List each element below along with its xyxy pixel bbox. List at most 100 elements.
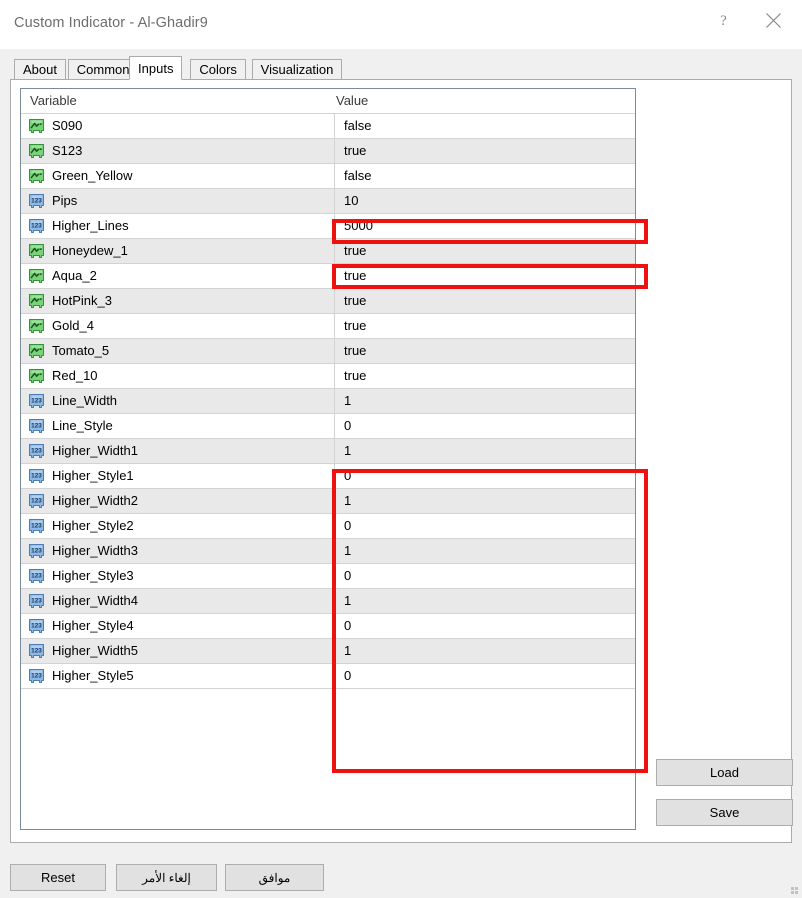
int-type-icon: 123 — [28, 543, 45, 559]
window-title: Custom Indicator - Al-Ghadir9 — [14, 15, 208, 31]
table-row[interactable]: 123 Pips 10 — [21, 189, 635, 214]
table-row[interactable]: Red_10 true — [21, 364, 635, 389]
table-row[interactable]: Green_Yellowfalse — [21, 164, 635, 189]
value-cell[interactable]: false — [334, 164, 635, 188]
svg-text:123: 123 — [31, 423, 42, 430]
table-row[interactable]: 123Higher_Style20 — [21, 514, 635, 539]
bool-type-icon — [28, 368, 45, 384]
variable-name: Line_Width — [52, 393, 117, 409]
close-button[interactable] — [750, 0, 796, 40]
table-row[interactable]: S090false — [21, 114, 635, 139]
resize-grip[interactable] — [787, 883, 799, 895]
table-row[interactable]: Honeydew_1true — [21, 239, 635, 264]
variable-name: Line_Style — [52, 418, 113, 434]
value-cell[interactable]: 1 — [334, 439, 635, 463]
table-row[interactable]: HotPink_3true — [21, 289, 635, 314]
variable-cell: Green_Yellow — [21, 164, 333, 188]
table-row[interactable]: 123Higher_Lines5000 — [21, 214, 635, 239]
value-cell[interactable]: 1 — [334, 389, 635, 413]
value-cell[interactable]: true — [334, 364, 635, 388]
svg-text:123: 123 — [31, 523, 42, 530]
value-cell[interactable]: 1 — [334, 539, 635, 563]
variable-cell: 123Higher_Style5 — [21, 664, 333, 688]
value-cell[interactable]: 0 — [334, 514, 635, 538]
value-cell[interactable]: false — [334, 114, 635, 138]
value-cell[interactable]: 10 — [334, 189, 635, 213]
svg-text:123: 123 — [31, 598, 42, 605]
int-type-icon: 123 — [28, 193, 45, 209]
value-cell[interactable]: 0 — [334, 664, 635, 688]
cancel-button[interactable]: إلغاء الأمر — [116, 864, 217, 891]
value-cell[interactable]: true — [334, 289, 635, 313]
grid-rows-container: S090falseS123trueGreen_Yellowfalse123Pip… — [21, 114, 635, 689]
variable-cell: 123 Higher_Width3 — [21, 539, 333, 563]
tab-strip: AboutCommonInputs Colors Visualization — [10, 57, 792, 80]
value-cell[interactable]: 0 — [334, 464, 635, 488]
int-type-icon: 123 — [28, 593, 45, 609]
tab-colors[interactable]: Colors — [190, 59, 246, 80]
table-row[interactable]: 123Higher_Style40 — [21, 614, 635, 639]
table-row[interactable]: S123true — [21, 139, 635, 164]
load-button[interactable]: Load — [656, 759, 793, 786]
help-button[interactable]: ? — [700, 0, 746, 40]
inputs-parameter-grid[interactable]: Variable Value S090falseS123trueGreen_Ye… — [20, 88, 636, 830]
variable-name: Higher_Lines — [52, 218, 129, 234]
variable-cell: 123Higher_Style2 — [21, 514, 333, 538]
value-cell[interactable]: true — [334, 314, 635, 338]
question-mark-icon: ? — [717, 13, 730, 28]
variable-cell: 123Higher_Width2 — [21, 489, 333, 513]
table-row[interactable]: Gold_4true — [21, 314, 635, 339]
tab-common[interactable]: Common — [68, 59, 139, 80]
variable-name: Higher_Width2 — [52, 493, 138, 509]
variable-cell: Tomato_5 — [21, 339, 333, 363]
tab-about[interactable]: About — [14, 59, 66, 80]
value-cell[interactable]: true — [334, 139, 635, 163]
value-cell[interactable]: 1 — [334, 589, 635, 613]
table-row[interactable]: 123 Line_Style 0 — [21, 414, 635, 439]
value-cell[interactable]: 0 — [334, 414, 635, 438]
variable-cell: Honeydew_1 — [21, 239, 333, 263]
tab-label: Visualization — [261, 62, 334, 77]
value-cell[interactable]: 0 — [334, 614, 635, 638]
table-row[interactable]: 123 Higher_Width4 1 — [21, 589, 635, 614]
value-cell[interactable]: true — [334, 264, 635, 288]
ok-button[interactable]: موافق — [225, 864, 324, 891]
table-row[interactable]: Tomato_5true — [21, 339, 635, 364]
tab-visualization[interactable]: Visualization — [252, 59, 343, 80]
variable-name: Higher_Width1 — [52, 443, 138, 459]
value-cell[interactable]: true — [334, 339, 635, 363]
table-row[interactable]: 123Higher_Width11 — [21, 439, 635, 464]
value-cell[interactable]: 5000 — [334, 214, 635, 238]
variable-cell: 123Higher_Width1 — [21, 439, 333, 463]
value-cell[interactable]: 1 — [334, 489, 635, 513]
reset-button[interactable]: Reset — [10, 864, 106, 891]
value-cell[interactable]: 1 — [334, 639, 635, 663]
variable-name: Red_10 — [52, 368, 98, 384]
variable-name: Higher_Width5 — [52, 643, 138, 659]
table-row[interactable]: 123Higher_Style10 — [21, 464, 635, 489]
table-row[interactable]: 123 Line_Width 1 — [21, 389, 635, 414]
svg-text:123: 123 — [31, 398, 42, 405]
variable-cell: Red_10 — [21, 364, 333, 388]
svg-text:123: 123 — [31, 573, 42, 580]
table-row[interactable]: Aqua_2 true — [21, 264, 635, 289]
table-row[interactable]: 123 Higher_Width3 1 — [21, 539, 635, 564]
bool-type-icon — [28, 168, 45, 184]
save-button[interactable]: Save — [656, 799, 793, 826]
int-type-icon: 123 — [28, 393, 45, 409]
tab-inputs[interactable]: Inputs — [129, 56, 182, 80]
value-cell[interactable]: 0 — [334, 564, 635, 588]
variable-name: Higher_Style3 — [52, 568, 134, 584]
table-row[interactable]: 123 Higher_Style3 0 — [21, 564, 635, 589]
variable-name: Aqua_2 — [52, 268, 97, 284]
table-row[interactable]: 123Higher_Style50 — [21, 664, 635, 689]
variable-name: Higher_Style5 — [52, 668, 134, 684]
table-row[interactable]: 123Higher_Width21 — [21, 489, 635, 514]
variable-name: Higher_Width4 — [52, 593, 138, 609]
value-cell[interactable]: true — [334, 239, 635, 263]
variable-name: Pips — [52, 193, 77, 209]
table-row[interactable]: 123Higher_Width51 — [21, 639, 635, 664]
bool-type-icon — [28, 318, 45, 334]
variable-cell: 123 Line_Width — [21, 389, 333, 413]
variable-name: Higher_Width3 — [52, 543, 138, 559]
